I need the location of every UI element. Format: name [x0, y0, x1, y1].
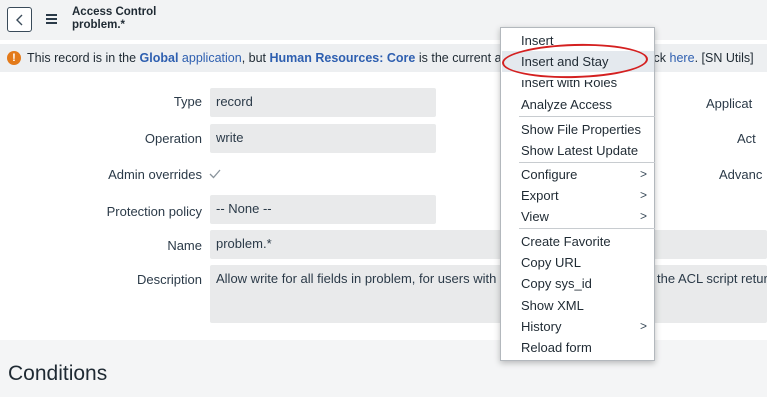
menu-item-history[interactable]: History: [521, 319, 561, 334]
menu-item-insert-and-stay[interactable]: Insert and Stay: [521, 54, 608, 69]
chevron-left-icon: [15, 14, 22, 25]
menu-item-show-file-properties[interactable]: Show File Properties: [521, 122, 641, 137]
chevron-right-icon: >: [640, 167, 648, 181]
menu-item-reload-form[interactable]: Reload form: [521, 340, 592, 355]
menu-separator: [519, 228, 655, 229]
admin-overrides-label: Admin overrides: [108, 167, 202, 182]
menu-item-view[interactable]: View: [521, 209, 549, 224]
page-title: Access Control problem.*: [72, 6, 156, 31]
chevron-right-icon: >: [640, 209, 648, 223]
type-field[interactable]: record: [210, 88, 436, 117]
hamburger-menu-icon[interactable]: [46, 14, 57, 24]
banner-message-tail: lick here. [SN Utils]: [648, 51, 754, 65]
menu-item-configure[interactable]: Configure: [521, 167, 577, 182]
menu-item-copy-sys-id[interactable]: Copy sys_id: [521, 276, 592, 291]
chevron-right-icon: >: [640, 319, 648, 333]
description-field[interactable]: Allow write for all fields in problem, f…: [210, 265, 767, 323]
name-field[interactable]: problem.*: [210, 230, 767, 259]
description-text-tail: the ACL script retur: [657, 271, 767, 286]
operation-field[interactable]: write: [210, 124, 436, 153]
global-app-link[interactable]: Global: [140, 51, 179, 65]
page-title-record: problem.*: [72, 18, 126, 31]
menu-item-show-xml[interactable]: Show XML: [521, 298, 584, 313]
menu-item-insert-with-roles[interactable]: Insert with Roles: [521, 80, 617, 90]
current-scope-link[interactable]: Human Resources: Core: [270, 51, 416, 65]
form-context-menu: Insert Insert and Stay Insert with Roles…: [500, 27, 655, 361]
banner-message: This record is in the Global application…: [27, 51, 516, 65]
page-title-table: Access Control: [72, 6, 157, 18]
protection-policy-label: Protection policy: [106, 204, 202, 219]
warning-icon: !: [7, 51, 21, 65]
advanced-label: Advanc: [719, 167, 763, 182]
menu-separator: [519, 162, 655, 163]
application-label: Applicat: [706, 96, 753, 111]
conditions-heading: Conditions: [8, 362, 108, 385]
description-label: Description: [136, 272, 202, 287]
description-text: Allow write for all fields in problem, f…: [216, 271, 505, 286]
chevron-right-icon: >: [640, 188, 648, 202]
name-label: Name: [167, 238, 202, 253]
menu-separator: [519, 116, 655, 117]
active-label: Act: [737, 131, 756, 146]
operation-label: Operation: [144, 131, 202, 146]
switch-scope-link[interactable]: here: [670, 51, 695, 65]
menu-item-analyze-access[interactable]: Analyze Access: [521, 97, 612, 112]
menu-item-create-favorite[interactable]: Create Favorite: [521, 234, 611, 249]
menu-item-export[interactable]: Export: [521, 188, 559, 203]
type-label: Type: [173, 94, 202, 109]
protection-policy-select[interactable]: -- None --: [210, 195, 436, 224]
menu-item-insert[interactable]: Insert: [521, 33, 554, 48]
back-button[interactable]: [7, 7, 32, 32]
admin-overrides-checkbox[interactable]: [208, 167, 222, 181]
menu-item-show-latest-update[interactable]: Show Latest Update: [521, 143, 638, 158]
menu-item-copy-url[interactable]: Copy URL: [521, 255, 581, 270]
